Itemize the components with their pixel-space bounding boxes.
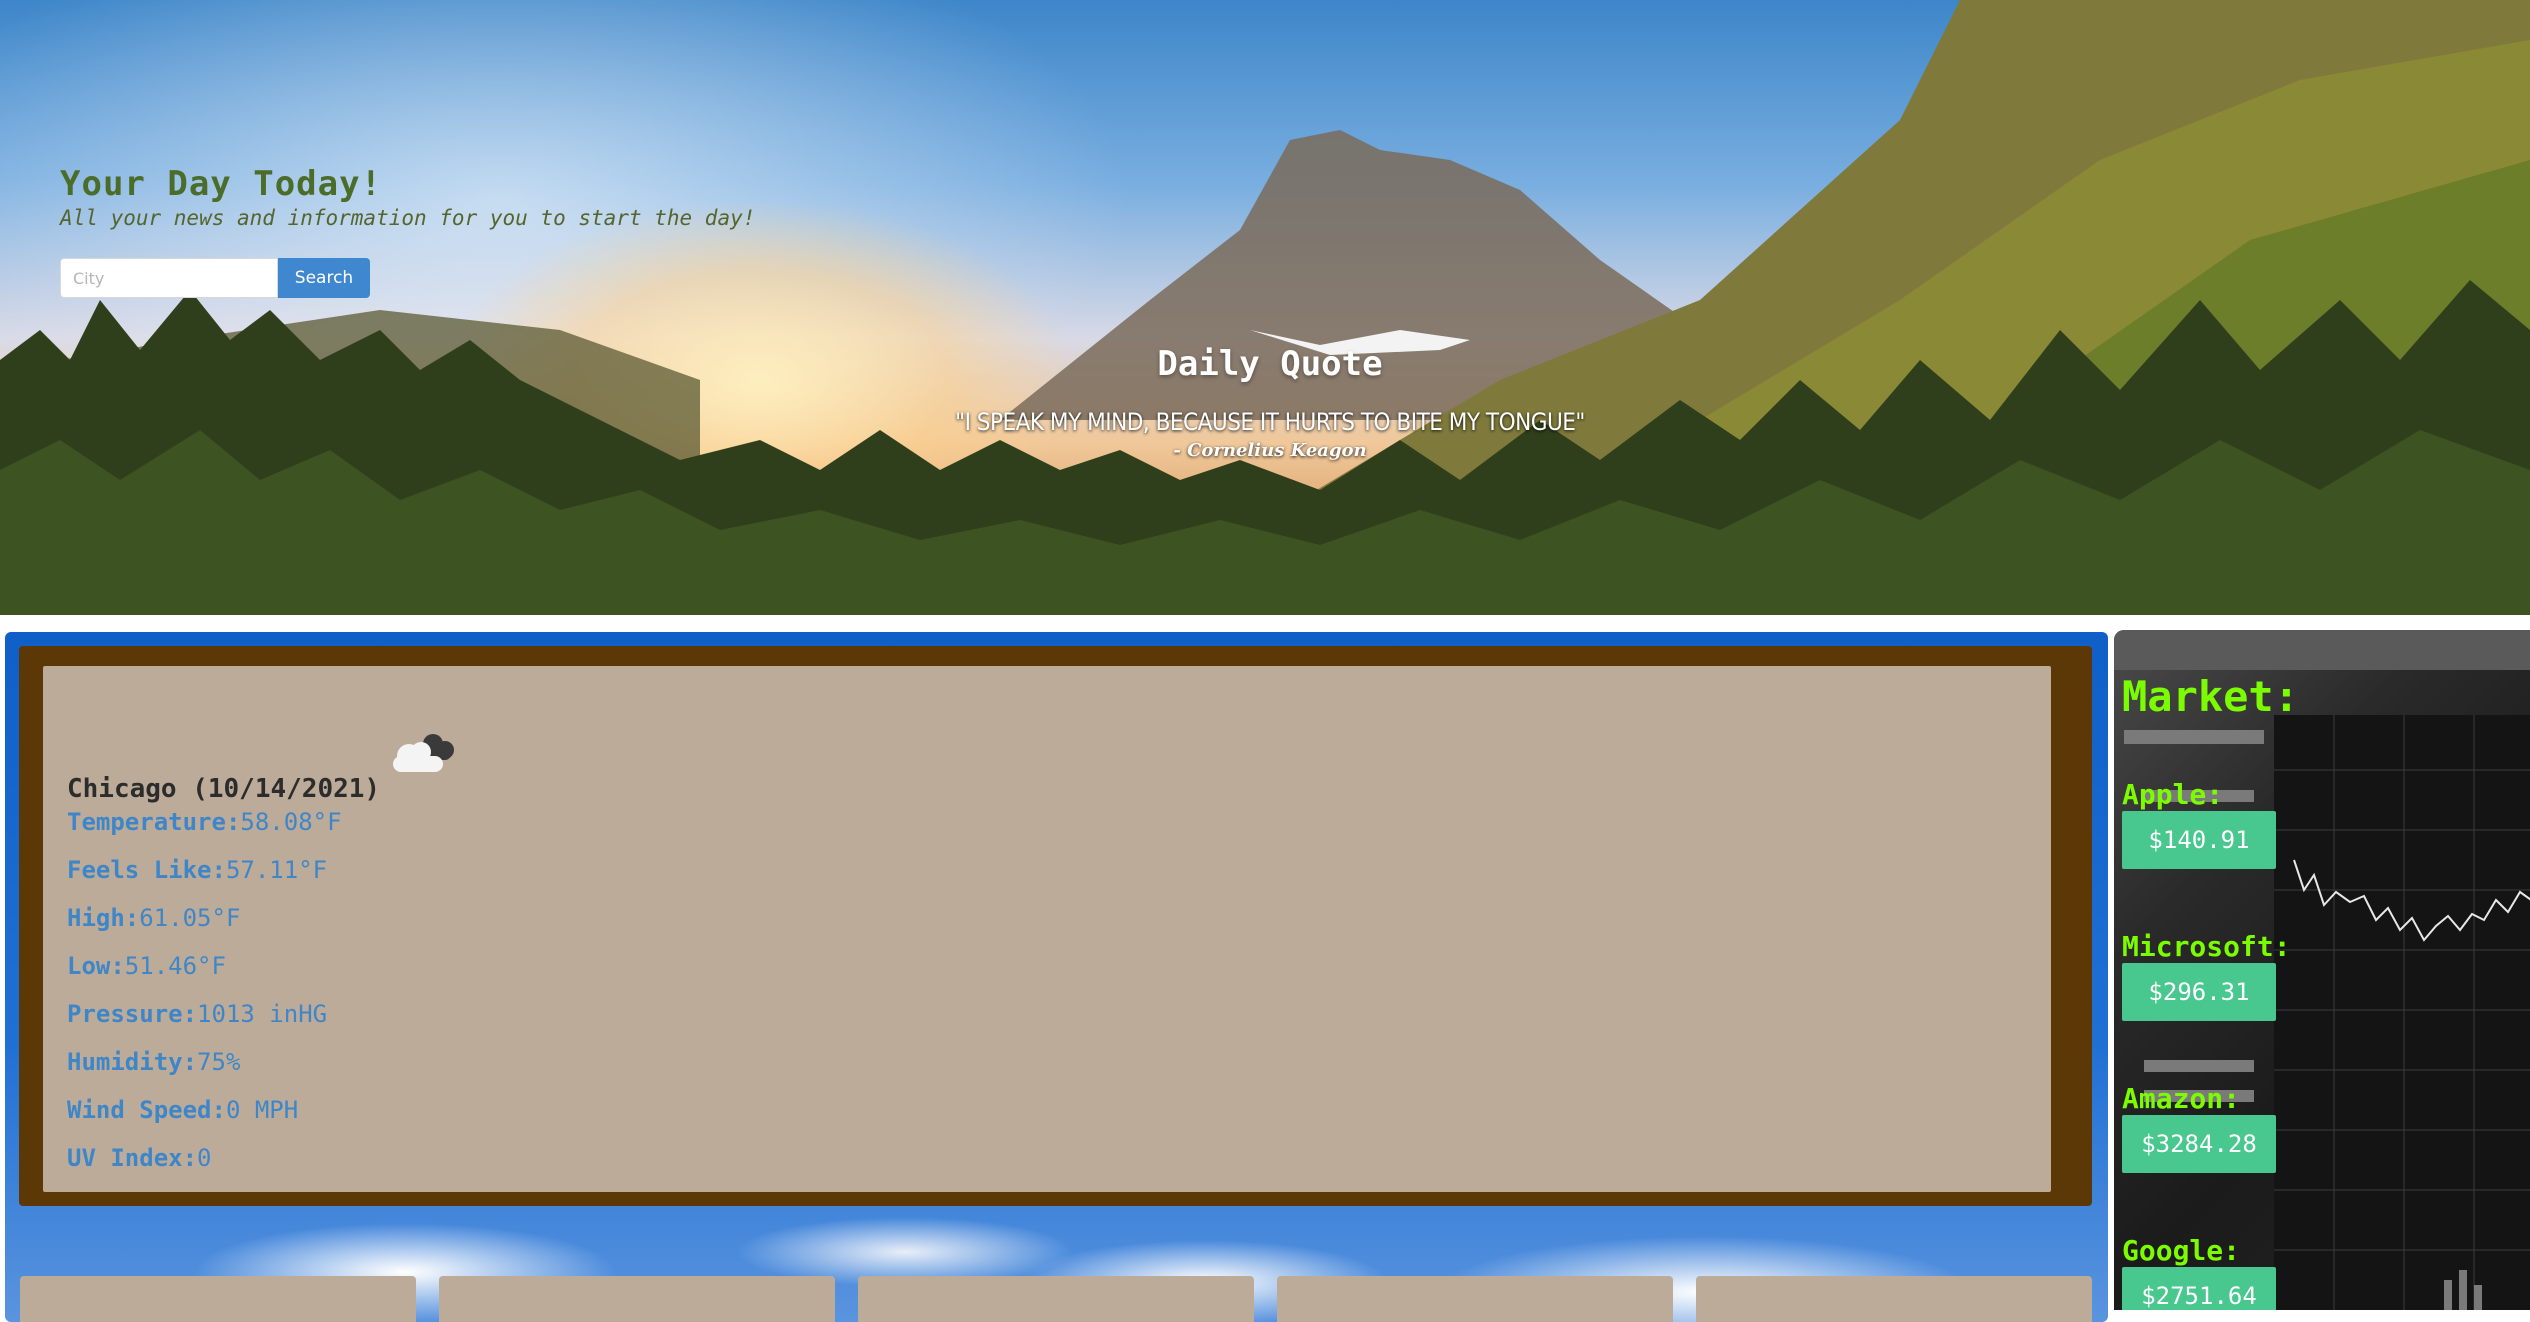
mountain-landscape-image <box>0 0 2530 615</box>
hero-banner: Your Day Today! All your news and inform… <box>0 0 2530 615</box>
humidity-value: 75% <box>197 1048 241 1076</box>
broken-clouds-icon <box>393 734 454 772</box>
weather-section: Chicago (10/14/2021) Temperature:58.08°F… <box>5 632 2108 1322</box>
temperature-row: Temperature:58.08°F <box>67 808 342 836</box>
current-weather-frame: Chicago (10/14/2021) Temperature:58.08°F… <box>19 646 2092 1206</box>
forecast-card <box>1277 1276 1673 1322</box>
wind-speed-row: Wind Speed:0 MPH <box>67 1096 298 1124</box>
feels-like-row: Feels Like:57.11°F <box>67 856 327 884</box>
pressure-value: 1013 inHG <box>197 1000 328 1028</box>
pressure-row: Pressure:1013 inHG <box>67 1000 327 1028</box>
feels-like-value: 57.11°F <box>225 856 328 884</box>
high-row: High:61.05°F <box>67 904 240 932</box>
low-value: 51.46°F <box>124 952 226 980</box>
uv-index-row: UV Index:0 <box>67 1144 212 1172</box>
market-panel: Market: Apple: $140.91 Microsoft: $296.3… <box>2114 630 2530 1310</box>
stock-name-microsoft: Microsoft: <box>2122 930 2291 963</box>
stock-name-amazon: Amazon: <box>2122 1082 2241 1115</box>
site-subtitle: All your news and information for you to… <box>60 206 756 230</box>
search-button[interactable]: Search <box>278 258 370 298</box>
stock-price-microsoft: $296.31 <box>2122 963 2276 1021</box>
quote-author: - Cornelius Keagon <box>1173 440 1367 461</box>
city-search-form: Search <box>60 258 370 298</box>
forecast-card <box>1696 1276 2092 1322</box>
forecast-card <box>858 1276 1254 1322</box>
market-title: Market: <box>2122 672 2300 721</box>
stock-name-apple: Apple: <box>2122 778 2224 811</box>
temperature-value: 58.08°F <box>240 808 342 836</box>
quote-title: Daily Quote <box>1157 344 1383 384</box>
city-date-heading: Chicago (10/14/2021) <box>67 774 381 804</box>
temperature-label: Temperature: <box>67 808 241 836</box>
high-label: High: <box>67 904 140 932</box>
high-value: 61.05°F <box>139 904 241 932</box>
wind-speed-label: Wind Speed: <box>67 1096 226 1124</box>
forecast-card <box>20 1276 416 1322</box>
site-title: Your Day Today! <box>60 164 383 204</box>
uv-index-value: 0 <box>197 1144 212 1172</box>
wind-speed-value: 0 MPH <box>225 1096 299 1124</box>
humidity-label: Humidity: <box>67 1048 198 1076</box>
low-label: Low: <box>67 952 125 980</box>
city-search-input[interactable] <box>60 258 278 298</box>
stock-name-google: Google: <box>2122 1234 2241 1267</box>
low-row: Low:51.46°F <box>67 952 226 980</box>
humidity-row: Humidity:75% <box>67 1048 240 1076</box>
uv-index-label: UV Index: <box>67 1144 198 1172</box>
stock-price-amazon: $3284.28 <box>2122 1115 2276 1173</box>
current-weather-card: Chicago (10/14/2021) Temperature:58.08°F… <box>43 666 2051 1192</box>
stock-price-google: $2751.64 <box>2122 1267 2276 1310</box>
feels-like-label: Feels Like: <box>67 856 226 884</box>
forecast-card <box>439 1276 835 1322</box>
stock-price-apple: $140.91 <box>2122 811 2276 869</box>
pressure-label: Pressure: <box>67 1000 198 1028</box>
quote-text: "I speak my mind, because it hurts to bi… <box>955 408 1585 436</box>
